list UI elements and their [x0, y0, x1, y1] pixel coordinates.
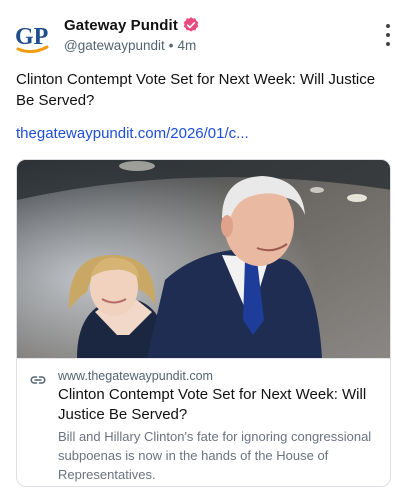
author-meta: @gatewaypundit • 4m — [64, 38, 196, 53]
avatar-initials: GP — [15, 24, 48, 50]
author-display-name[interactable]: Gateway Pundit — [64, 17, 178, 34]
social-post: GP Gateway Pundit @gatewaypundit • 4m Clin… — [0, 0, 407, 500]
post-text: Clinton Contempt Vote Set for Next Week:… — [16, 71, 376, 109]
avatar-logo: GP — [15, 24, 49, 54]
author-name-row: Gateway Pundit — [64, 16, 200, 34]
more-vertical-icon[interactable] — [382, 24, 394, 46]
link-preview-image[interactable] — [17, 160, 390, 358]
more-dot — [386, 42, 390, 46]
post-link[interactable]: thegatewaypundit.com/2026/01/c... — [16, 125, 396, 142]
link-preview-domain: www.thegatewaypundit.com — [58, 369, 213, 383]
link-preview-card[interactable]: www.thegatewaypundit.com Clinton Contemp… — [16, 159, 391, 487]
link-preview-description: Bill and Hillary Clinton's fate for igno… — [58, 429, 372, 482]
more-dot — [386, 24, 390, 28]
link-icon — [30, 376, 46, 384]
post-timestamp[interactable]: 4m — [178, 38, 197, 53]
preview-photo — [17, 160, 390, 358]
link-preview-body: www.thegatewaypundit.com Clinton Contemp… — [17, 358, 390, 486]
author-handle[interactable]: @gatewaypundit — [64, 38, 165, 53]
verified-badge-icon — [183, 17, 199, 32]
avatar[interactable]: GP — [14, 18, 52, 56]
post-header: GP Gateway Pundit @gatewaypundit • 4m — [14, 14, 394, 58]
meta-separator: • — [168, 38, 174, 53]
more-dot — [386, 33, 390, 37]
link-preview-title[interactable]: Clinton Contempt Vote Set for Next Week:… — [58, 385, 378, 425]
